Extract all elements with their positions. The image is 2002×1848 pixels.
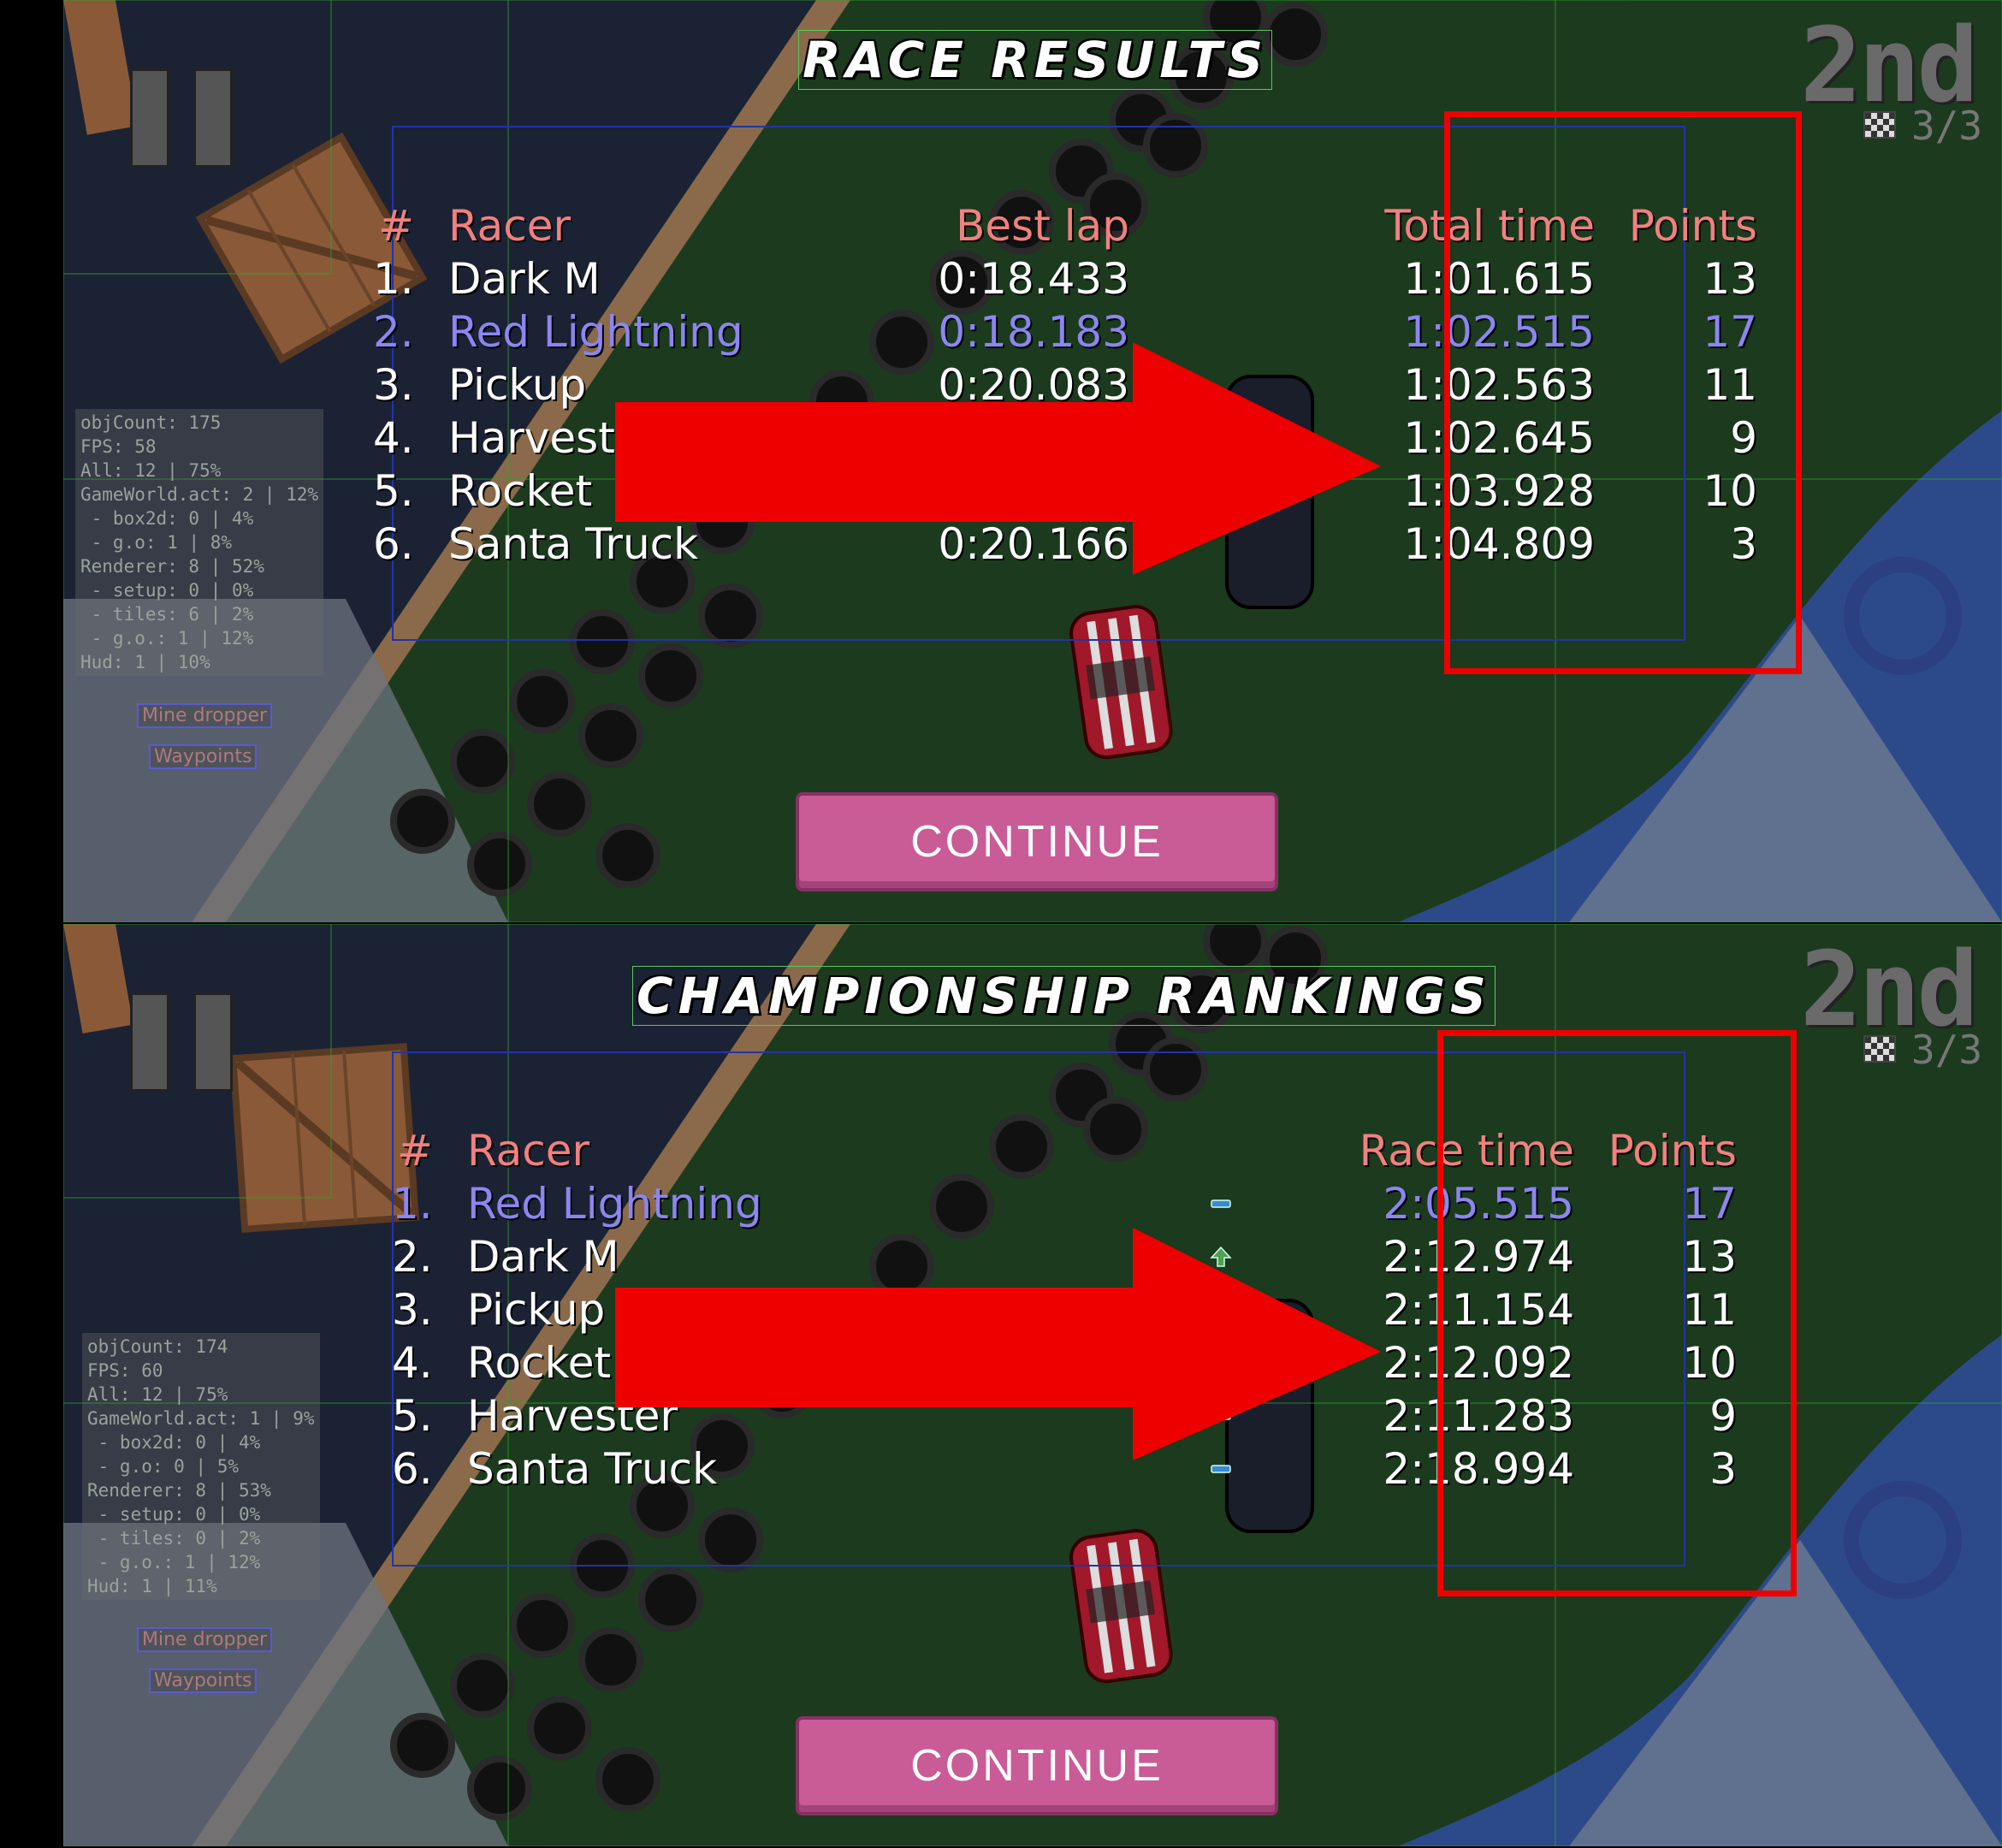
debug-line: Hud: 1 | 11% [87,1576,217,1596]
lap-counter: 3/3 [1911,1027,1983,1073]
row-rank: 2. [373,307,414,357]
pause-bar-right[interactable] [193,992,233,1092]
continue-button[interactable]: CONTINUE [796,792,1278,891]
mine-dropper-button[interactable]: Mine dropper [137,1627,273,1652]
debug-line: - g.o.: 1 | 12% [80,628,254,649]
column-header-best-lap: Best lap [956,201,1129,251]
debug-line: - box2d: 0 | 4% [80,508,254,529]
lap-counter: 3/3 [1911,103,1983,149]
debug-line: GameWorld.act: 2 | 12% [80,484,319,505]
annotation-highlight-box [1444,111,1802,674]
row-rank: 1. [373,254,414,304]
row-racer: Rocket [448,466,593,516]
debug-line: objCount: 175 [80,412,222,433]
wooden-crate [228,1042,420,1234]
row-rank: 2. [392,1232,433,1282]
column-header-rank: # [378,201,414,251]
mine-dropper-button[interactable]: Mine dropper [137,703,273,728]
row-racer: Harvest [448,413,615,463]
row-racer: Red Lightning [467,1179,762,1229]
debug-line: - tiles: 6 | 2% [80,604,254,625]
row-rank: 6. [373,519,414,569]
checkered-flag-icon [1863,1035,1896,1063]
annotation-arrow [615,1228,1381,1460]
championship-rankings-screen: CHAMPIONSHIP RANKINGS 2nd 3/3 # Racer Ra… [63,924,2002,1846]
debug-line: objCount: 174 [87,1336,228,1357]
race-results-screen: RACE RESULTS 2nd 3/3 # Racer Best lap To… [63,0,2002,922]
pause-bar-left[interactable] [130,68,169,168]
red-car [1069,1529,1173,1684]
debug-line: Renderer: 8 | 53% [87,1480,271,1501]
row-racer: Rocket [467,1338,612,1388]
debug-line: Hud: 1 | 10% [80,652,210,672]
pause-bar-left[interactable] [130,992,169,1092]
row-rank: 5. [373,466,414,516]
row-rank: 5. [392,1391,433,1441]
debug-line: FPS: 58 [80,436,157,457]
debug-line: Renderer: 8 | 52% [80,556,264,577]
waypoints-button[interactable]: Waypoints [149,1668,258,1693]
debug-line: GameWorld.act: 1 | 9% [87,1408,315,1429]
row-rank: 3. [373,360,414,410]
debug-line: All: 12 | 75% [80,460,222,481]
page-title: CHAMPIONSHIP RANKINGS [632,966,1496,1026]
debug-line: - box2d: 0 | 4% [87,1432,261,1453]
continue-button[interactable]: CONTINUE [796,1716,1278,1815]
column-header-rank: # [397,1126,433,1176]
debug-overlay: objCount: 175 FPS: 58 All: 12 | 75% GameWor… [75,409,324,676]
row-rank: 6. [392,1444,433,1494]
debug-line: FPS: 60 [87,1360,163,1381]
annotation-highlight-box [1437,1030,1797,1596]
debug-line: - setup: 0 | 0% [87,1504,261,1525]
rank-same-icon [1210,1193,1232,1215]
row-best-lap: 0:18.433 [938,254,1129,304]
row-rank: 1. [392,1179,433,1229]
row-rank: 3. [392,1285,433,1335]
debug-line: - setup: 0 | 0% [80,580,254,601]
page-title: RACE RESULTS [798,30,1272,90]
row-rank: 4. [373,413,414,463]
pause-bar-right[interactable] [193,68,233,168]
debug-line: - g.o: 0 | 5% [87,1456,240,1477]
column-header-racer: Racer [467,1126,590,1176]
debug-overlay: objCount: 174 FPS: 60 All: 12 | 75% GameWor… [82,1333,320,1600]
row-racer: Pickup [467,1285,606,1335]
row-racer: Pickup [448,360,587,410]
row-rank: 4. [392,1338,433,1388]
debug-line: All: 12 | 75% [87,1384,228,1405]
column-header-racer: Racer [448,201,572,251]
debug-line: - g.o: 1 | 8% [80,532,233,553]
waypoints-button[interactable]: Waypoints [149,744,258,769]
row-racer: Dark M [467,1232,619,1282]
row-racer: Dark M [448,254,601,304]
debug-line: - g.o.: 1 | 12% [87,1552,261,1573]
debug-line: - tiles: 0 | 2% [87,1528,261,1549]
red-car [1069,605,1173,760]
annotation-arrow [615,342,1381,575]
checkered-flag-icon [1863,111,1896,139]
